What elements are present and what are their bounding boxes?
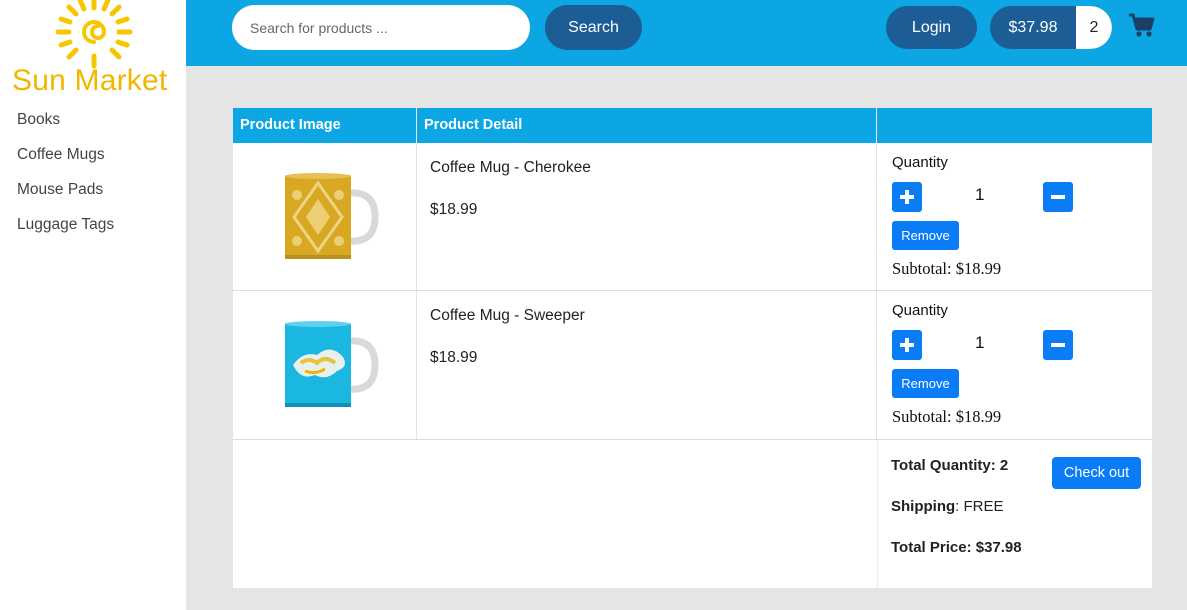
table-row: Coffee Mug - Cherokee $18.99 Quantity 1 … (233, 143, 1152, 291)
quantity-value: 1 (975, 333, 985, 352)
category-nav: Books Coffee Mugs Mouse Pads Luggage Tag… (17, 110, 114, 250)
row-subtotal: Subtotal: $18.99 (892, 259, 1002, 278)
logo[interactable]: Sun Market (0, 0, 186, 100)
remove-button[interactable]: Remove (892, 221, 959, 250)
sidebar: Sun Market Books Coffee Mugs Mouse Pads … (0, 0, 186, 610)
mug-sweeper-image (285, 321, 379, 407)
shopping-cart-icon[interactable] (1128, 12, 1156, 40)
login-button[interactable]: Login (886, 6, 977, 49)
product-image-cell (233, 291, 417, 439)
cart-summary-button[interactable]: $37.98 2 (990, 6, 1112, 49)
plus-icon-stem (905, 190, 909, 204)
sun-icon (55, 0, 133, 69)
table-row: Coffee Mug - Sweeper $18.99 Quantity 1 R… (233, 291, 1152, 440)
mug-cherokee-image (285, 173, 379, 259)
product-price: $18.99 (430, 201, 478, 218)
search-button[interactable]: Search (545, 5, 642, 50)
summary-row: Total Quantity: 2 Shipping: FREE Total P… (233, 440, 1152, 588)
quantity-cell: Quantity 1 Remove Subtotal: $18.99 (877, 291, 1152, 439)
table-header: Product Image Product Detail (233, 108, 1152, 143)
quantity-label: Quantity (892, 154, 948, 171)
row-subtotal: Subtotal: $18.99 (892, 407, 1002, 426)
column-header-actions (877, 108, 1152, 143)
column-header-product-detail: Product Detail (417, 108, 877, 143)
plus-icon-stem (905, 338, 909, 352)
minus-icon (1051, 343, 1065, 347)
sidebar-item-mouse-pads[interactable]: Mouse Pads (17, 180, 114, 215)
product-name[interactable]: Coffee Mug - Cherokee (430, 159, 591, 177)
sidebar-item-luggage-tags[interactable]: Luggage Tags (17, 215, 114, 250)
shipping-label: Shipping (891, 498, 956, 515)
shipping-value: : FREE (955, 498, 1004, 515)
total-price: Total Price: $37.98 (891, 539, 1022, 556)
sidebar-item-coffee-mugs[interactable]: Coffee Mugs (17, 145, 114, 180)
shipping-info: Shipping: FREE (891, 498, 1004, 515)
quantity-label: Quantity (892, 302, 948, 319)
cart-total: $37.98 (1008, 19, 1058, 36)
decrease-quantity-button[interactable] (1043, 330, 1073, 360)
search-input[interactable] (232, 5, 530, 50)
column-header-product-image: Product Image (233, 108, 417, 143)
empty-cell (417, 440, 877, 588)
cart-table: Product Image Product Detail Coffee Mug … (233, 108, 1152, 588)
sidebar-item-books[interactable]: Books (17, 110, 114, 145)
increase-quantity-button[interactable] (892, 182, 922, 212)
minus-icon (1051, 195, 1065, 199)
top-header: Search Login $37.98 2 (186, 0, 1187, 66)
product-detail-cell: Coffee Mug - Cherokee $18.99 (417, 143, 877, 290)
product-image-cell (233, 143, 417, 290)
product-name[interactable]: Coffee Mug - Sweeper (430, 307, 585, 325)
decrease-quantity-button[interactable] (1043, 182, 1073, 212)
increase-quantity-button[interactable] (892, 330, 922, 360)
empty-cell (233, 440, 417, 588)
remove-button[interactable]: Remove (892, 369, 959, 398)
product-detail-cell: Coffee Mug - Sweeper $18.99 (417, 291, 877, 439)
cart-count-badge: 2 (1076, 6, 1112, 49)
quantity-value: 1 (975, 185, 985, 204)
product-price: $18.99 (430, 349, 478, 366)
brand-name: Sun Market (12, 64, 168, 97)
total-quantity: Total Quantity: 2 (891, 457, 1009, 474)
quantity-cell: Quantity 1 Remove Subtotal: $18.99 (877, 143, 1152, 290)
order-summary-cell: Total Quantity: 2 Shipping: FREE Total P… (877, 440, 1152, 588)
checkout-button[interactable]: Check out (1052, 457, 1141, 489)
